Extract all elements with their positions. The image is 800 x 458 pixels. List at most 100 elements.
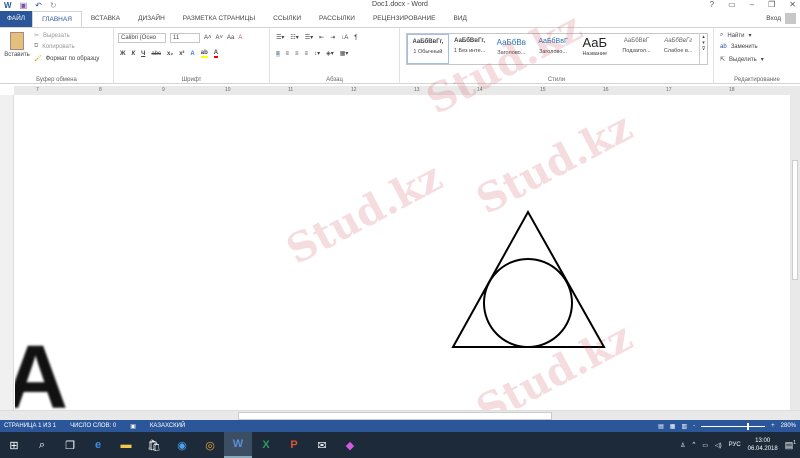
- language-indicator[interactable]: КАЗАХСКИЙ: [150, 423, 185, 429]
- superscript-button[interactable]: x²: [179, 51, 184, 57]
- style-subtitle[interactable]: АаБбВвГ Подзагол...: [616, 34, 658, 64]
- login-link[interactable]: Вход: [766, 15, 781, 22]
- chrome-icon[interactable]: ◎: [196, 432, 224, 458]
- tab-references[interactable]: ССЫЛКИ: [264, 11, 310, 27]
- text-effects-button[interactable]: A: [190, 51, 194, 57]
- font-color-button[interactable]: A: [213, 50, 219, 58]
- styles-scroll[interactable]: ▴ ▾ ⊽: [699, 34, 707, 64]
- powerpoint-icon[interactable]: P: [280, 432, 308, 458]
- page-count[interactable]: СТРАНИЦА 1 ИЗ 1: [4, 423, 56, 429]
- input-language[interactable]: РУС: [729, 442, 741, 448]
- close-button[interactable]: ✕: [789, 0, 796, 9]
- subscript-button[interactable]: x₂: [167, 51, 173, 57]
- zoom-slider[interactable]: [701, 422, 766, 430]
- strikethrough-button[interactable]: abc: [151, 51, 161, 57]
- numbering-button[interactable]: ☷▾: [290, 34, 298, 41]
- volume-icon[interactable]: ◁): [715, 442, 722, 449]
- zoom-in-button[interactable]: +: [771, 423, 775, 429]
- tab-layout[interactable]: РАЗМЕТКА СТРАНИЦЫ: [174, 11, 264, 27]
- decrease-indent-button[interactable]: ⇤: [319, 34, 324, 41]
- select-button[interactable]: Выделить: [729, 57, 757, 63]
- word-taskbar-icon[interactable]: W: [224, 432, 252, 458]
- network-icon[interactable]: ▭: [702, 442, 708, 449]
- style-subtle-emphasis[interactable]: АаБбВвГг Слабое в...: [657, 34, 699, 64]
- borders-button[interactable]: ▦▾: [340, 50, 349, 57]
- increase-indent-button[interactable]: ⇥: [330, 34, 335, 41]
- task-view-icon[interactable]: ❐: [56, 432, 84, 458]
- excel-icon[interactable]: X: [252, 432, 280, 458]
- paint3d-icon[interactable]: ◆: [336, 432, 364, 458]
- highlight-button[interactable]: ab: [200, 50, 208, 58]
- vertical-scrollbar[interactable]: [790, 86, 800, 410]
- shrink-font-button[interactable]: A˅: [216, 35, 224, 41]
- tab-design[interactable]: ДИЗАЙН: [129, 11, 174, 27]
- restore-button[interactable]: ❐: [768, 0, 775, 9]
- zoom-level[interactable]: 280%: [781, 423, 796, 429]
- read-mode-icon[interactable]: ▤: [658, 423, 664, 430]
- change-case-button[interactable]: Aa: [227, 35, 234, 41]
- font-size-input[interactable]: 11: [170, 33, 200, 43]
- justify-button[interactable]: ≡: [305, 51, 309, 57]
- replace-button[interactable]: Заменить: [731, 44, 758, 50]
- clock[interactable]: 13:00 06.04.2018: [748, 437, 778, 453]
- horizontal-ruler[interactable]: 78910111213141516171819: [14, 86, 798, 95]
- tab-review[interactable]: РЕЦЕНЗИРОВАНИЕ: [364, 11, 445, 27]
- zoom-out-button[interactable]: -: [693, 423, 695, 429]
- style-heading1[interactable]: АаБбВв Заголово...: [490, 34, 532, 64]
- vertical-ruler[interactable]: [0, 95, 14, 410]
- tab-view[interactable]: ВИД: [444, 11, 475, 27]
- store-icon[interactable]: 🛍: [140, 432, 168, 458]
- style-title[interactable]: АаБ Название: [574, 34, 616, 64]
- clear-format-icon[interactable]: A: [238, 35, 242, 41]
- show-marks-button[interactable]: ¶: [354, 35, 357, 41]
- ribbon-display-button[interactable]: ▭: [728, 0, 736, 9]
- minimize-button[interactable]: –: [750, 0, 754, 9]
- bullets-button[interactable]: ☰▾: [276, 34, 284, 41]
- web-layout-icon[interactable]: ▥: [681, 423, 687, 430]
- find-button[interactable]: Найти: [727, 33, 744, 39]
- tab-home[interactable]: ГЛАВНАЯ: [32, 11, 82, 27]
- avatar[interactable]: [785, 13, 796, 24]
- people-icon[interactable]: ♙: [680, 442, 685, 449]
- align-center-button[interactable]: ≡: [286, 51, 290, 57]
- style-no-spacing[interactable]: АаБбВвГг, 1 Без инте...: [449, 34, 491, 64]
- vertical-scroll-thumb[interactable]: [792, 160, 798, 280]
- search-icon[interactable]: ⌕: [28, 432, 56, 458]
- multilevel-button[interactable]: ☰▾: [305, 34, 313, 41]
- print-layout-icon[interactable]: ▦: [670, 423, 676, 430]
- file-explorer-icon[interactable]: ▬: [112, 432, 140, 458]
- copy-button[interactable]: Копировать: [42, 44, 74, 50]
- paste-button[interactable]: Вставить: [3, 32, 31, 58]
- tab-file[interactable]: ФАЙЛ: [0, 11, 33, 27]
- edge-icon[interactable]: e: [84, 432, 112, 458]
- tab-insert[interactable]: ВСТАВКА: [82, 11, 129, 27]
- sort-button[interactable]: ↓A: [341, 35, 348, 41]
- start-button[interactable]: ⊞: [0, 432, 28, 458]
- inscribed-circle-shape[interactable]: [483, 258, 573, 348]
- triangle-shape[interactable]: [451, 209, 606, 348]
- word-count[interactable]: ЧИСЛО СЛОВ: 0: [70, 423, 116, 429]
- grow-font-button[interactable]: A˄: [204, 35, 212, 41]
- line-spacing-button[interactable]: ↕▾: [314, 50, 320, 57]
- shading-button[interactable]: ◈▾: [326, 50, 334, 57]
- align-right-button[interactable]: ≡: [295, 51, 299, 57]
- notifications-icon[interactable]: ▤1: [785, 440, 796, 451]
- tab-mailings[interactable]: РАССЫЛКИ: [310, 11, 364, 27]
- style-heading2[interactable]: АаБбВвГ Заголово...: [532, 34, 574, 64]
- help-button[interactable]: ?: [710, 0, 714, 9]
- format-painter-button[interactable]: Формат по образцу: [46, 56, 100, 62]
- style-normal[interactable]: АаБбВвГг, 1 Обычный: [407, 34, 449, 64]
- bold-button[interactable]: Ж: [120, 51, 125, 57]
- tray-expand-icon[interactable]: ^: [693, 442, 696, 448]
- align-left-button[interactable]: ≡: [276, 50, 280, 57]
- horizontal-scrollbar[interactable]: [0, 410, 800, 420]
- zoom-slider-thumb[interactable]: [747, 422, 750, 430]
- underline-button[interactable]: Ч: [141, 51, 145, 57]
- font-name-input[interactable]: Calibri (Осно: [118, 33, 166, 43]
- italic-button[interactable]: К: [131, 51, 135, 57]
- teamviewer-icon[interactable]: ◉: [168, 432, 196, 458]
- horizontal-scroll-thumb[interactable]: [238, 412, 552, 420]
- proofing-icon[interactable]: ▣: [130, 423, 136, 430]
- document-page[interactable]: A: [15, 95, 790, 410]
- cut-button[interactable]: Вырезать: [43, 33, 70, 39]
